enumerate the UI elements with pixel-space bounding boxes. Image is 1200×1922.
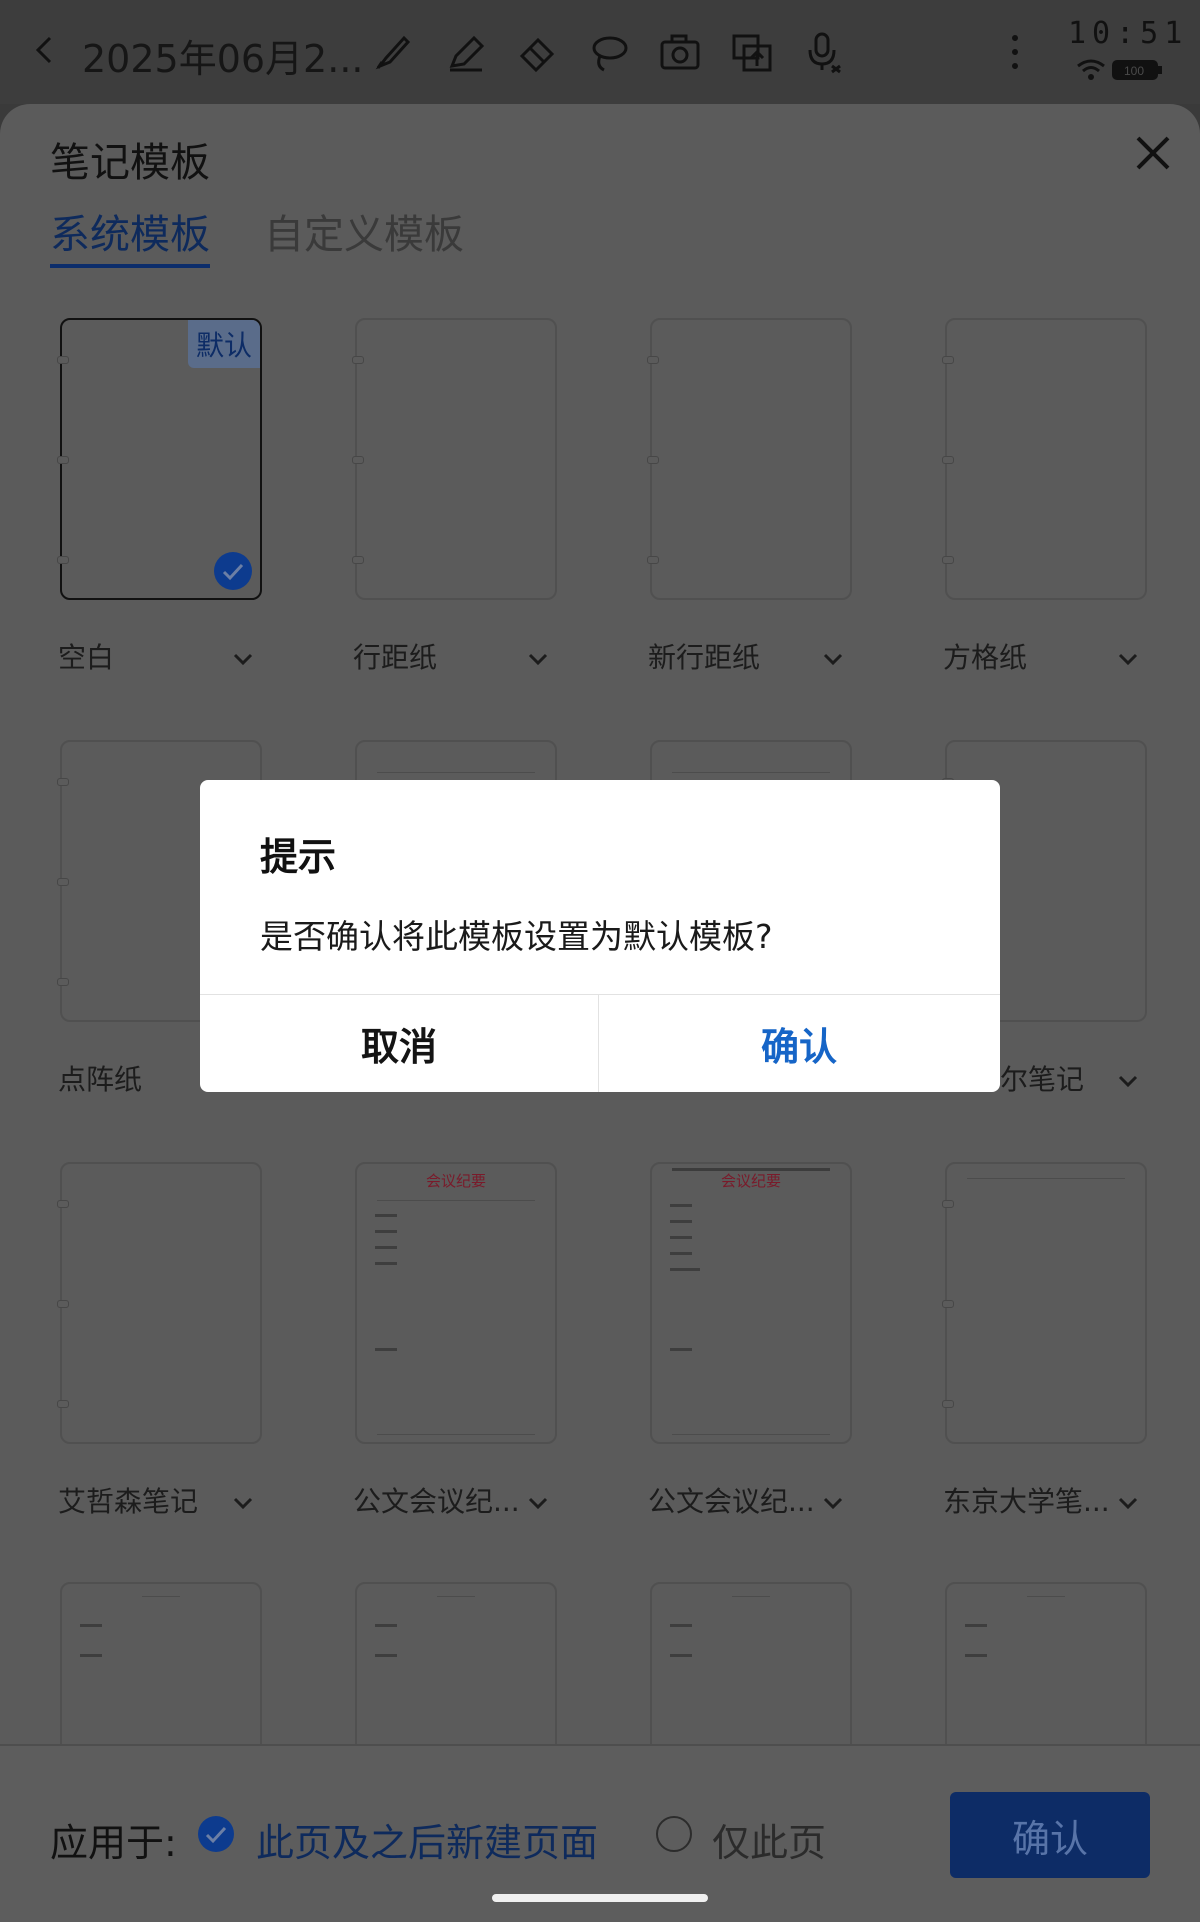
template-label: 行距纸 xyxy=(353,641,438,674)
default-badge: 默认 xyxy=(187,320,260,368)
insert-image-icon[interactable] xyxy=(728,28,776,76)
template-card-grid[interactable] xyxy=(942,318,1147,600)
tab-custom-templates[interactable]: 自定义模板 xyxy=(264,202,464,260)
chevron-down-icon[interactable] xyxy=(822,1496,844,1510)
template-card-meeting-minutes-1[interactable]: 会议纪要 xyxy=(355,1162,557,1444)
battery-icon: 100 xyxy=(1112,60,1164,80)
option-this-and-new-pages[interactable]: 此页及之后新建页面 xyxy=(256,1812,598,1867)
template-card-meeting-minutes-2[interactable]: 会议纪要 xyxy=(650,1162,852,1444)
back-arrow-icon[interactable] xyxy=(24,28,64,72)
template-card-blank[interactable]: 默认 xyxy=(57,318,262,600)
chevron-down-icon[interactable] xyxy=(232,652,254,666)
chevron-down-icon[interactable] xyxy=(822,652,844,666)
thumb-heading: 会议纪要 xyxy=(425,1172,486,1190)
chevron-down-icon[interactable] xyxy=(1117,1074,1139,1088)
lasso-icon[interactable] xyxy=(584,28,632,76)
dialog-message: 是否确认将此模板设置为默认模板? xyxy=(260,917,773,956)
template-card-ruled[interactable] xyxy=(352,318,557,600)
pen-icon[interactable] xyxy=(442,28,490,76)
dialog-title: 提示 xyxy=(260,835,337,879)
template-label: 公文会议纪... xyxy=(648,1485,815,1518)
thumb-heading: 会议纪要 xyxy=(720,1172,781,1190)
active-tab-indicator xyxy=(50,264,210,268)
sheet-title: 笔记模板 xyxy=(50,140,210,186)
dialog-cancel-button[interactable]: 取消 xyxy=(200,994,598,1092)
template-label: 空白 xyxy=(58,641,115,674)
brush-icon[interactable] xyxy=(368,28,416,76)
template-label: 东京大学笔... xyxy=(943,1485,1110,1518)
wifi-icon xyxy=(1077,59,1105,80)
close-icon[interactable] xyxy=(1132,132,1174,174)
chevron-down-icon[interactable] xyxy=(527,652,549,666)
more-options-icon[interactable] xyxy=(1000,28,1030,76)
dialog-ok-button[interactable]: 确认 xyxy=(600,994,998,1092)
status-clock: 10:51 xyxy=(1068,16,1189,51)
eraser-icon[interactable] xyxy=(514,28,562,76)
chevron-down-icon[interactable] xyxy=(232,1496,254,1510)
option-this-page-only[interactable]: 仅此页 xyxy=(712,1812,826,1867)
chevron-down-icon[interactable] xyxy=(1117,652,1139,666)
confirm-button[interactable]: 确认 xyxy=(950,1792,1150,1878)
template-label: 尔笔记 xyxy=(1000,1063,1085,1096)
template-label: 公文会议纪... xyxy=(353,1485,520,1518)
home-indicator[interactable] xyxy=(492,1894,708,1902)
apply-to-label: 应用于: xyxy=(50,1821,177,1865)
selected-check-icon xyxy=(214,552,252,590)
template-label: 点阵纸 xyxy=(58,1063,143,1096)
radio-this-and-new-pages[interactable] xyxy=(198,1816,234,1852)
top-toolbar: 2025年06月2... 10:51 100 xyxy=(0,0,1200,104)
battery-level: 100 xyxy=(1124,64,1144,78)
radio-this-page-only[interactable] xyxy=(656,1816,692,1852)
template-card-tokyo-univ[interactable] xyxy=(942,1162,1147,1444)
template-card-new-ruled[interactable] xyxy=(647,318,852,600)
template-label: 艾哲森笔记 xyxy=(58,1485,199,1518)
camera-icon[interactable] xyxy=(656,28,704,76)
chevron-down-icon[interactable] xyxy=(1117,1496,1139,1510)
confirm-dialog: 提示 是否确认将此模板设置为默认模板? 取消 确认 xyxy=(200,780,1000,1092)
template-label: 新行距纸 xyxy=(648,641,761,674)
document-title[interactable]: 2025年06月2... xyxy=(82,28,363,83)
mic-icon[interactable] xyxy=(800,28,848,76)
dialog-divider xyxy=(598,994,599,1092)
template-card-addison[interactable] xyxy=(57,1162,262,1444)
tab-system-templates[interactable]: 系统模板 xyxy=(50,202,210,260)
chevron-down-icon[interactable] xyxy=(527,1496,549,1510)
template-label: 方格纸 xyxy=(943,641,1028,674)
